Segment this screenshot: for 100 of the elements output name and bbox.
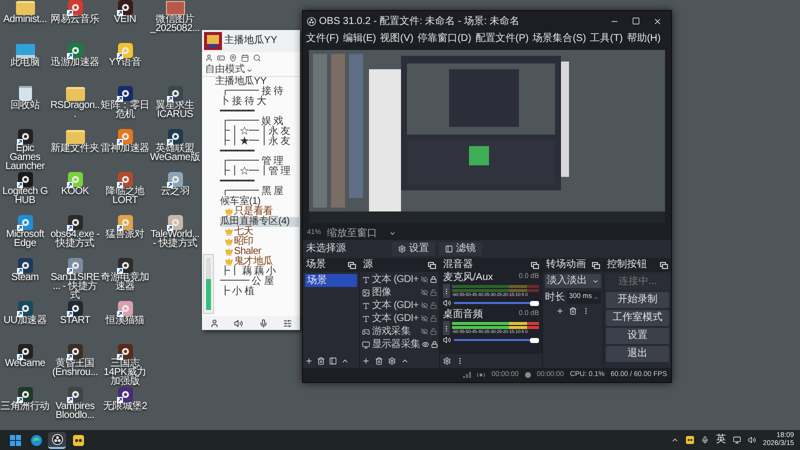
close-icon[interactable] [653, 16, 662, 26]
menu-item[interactable]: 工具(T) [589, 34, 624, 44]
microphone-icon[interactable] [258, 318, 268, 328]
add-icon[interactable] [305, 357, 313, 365]
channel-name[interactable]: ━━━━━━ [220, 107, 299, 117]
mode-dropdown[interactable]: 自由模式 [202, 64, 300, 76]
slider-thumb[interactable] [530, 338, 539, 342]
settings-icon[interactable] [388, 357, 396, 365]
undock-icon[interactable] [592, 262, 600, 268]
lock-icon[interactable] [430, 276, 437, 283]
lock-icon[interactable] [431, 341, 438, 348]
user-name[interactable]: 鬼才地瓜 [234, 257, 299, 267]
transition-dropdown[interactable]: 淡入淡出 [545, 274, 601, 288]
unlock-icon[interactable] [430, 315, 437, 322]
channel-name[interactable]: ━━━ 公 屋 [220, 277, 299, 287]
input-method[interactable]: 英 [716, 435, 726, 445]
source-name[interactable]: 游戏采集 [372, 326, 419, 336]
user-icon[interactable] [205, 54, 213, 62]
channel-menu-button[interactable] [443, 321, 450, 335]
channel-name[interactable]: ┣┃ 藕 藕 小 [220, 267, 299, 277]
move-up-icon[interactable] [341, 357, 349, 365]
unlock-icon[interactable] [430, 328, 437, 335]
source-button[interactable]: 设置 [392, 242, 435, 256]
source-name[interactable]: 显示器采集 [372, 340, 420, 350]
chevron-up-icon[interactable] [670, 436, 679, 444]
eye-off-icon[interactable] [421, 302, 428, 309]
menu-item[interactable]: 停靠窗口(D) [416, 34, 472, 44]
user-name[interactable]: Shaler [234, 247, 299, 257]
source-name[interactable]: 文本 (GDI+ [372, 274, 419, 284]
settings-icon[interactable] [443, 357, 451, 365]
channel-name[interactable]: ┏━━━ 管 理 [220, 157, 299, 167]
channel-name[interactable]: ┏━━━ 黑 屋 [220, 187, 299, 197]
control-button[interactable]: 退出 [606, 346, 669, 362]
channel-menu-button[interactable] [443, 284, 450, 298]
eye-off-icon[interactable] [421, 289, 428, 296]
menu-item[interactable]: 文件(F) [305, 34, 340, 44]
slider-thumb[interactable] [530, 300, 539, 306]
channel-name[interactable]: 主播地瓜YY [215, 77, 299, 87]
channel-name[interactable]: ┏━━━ 接 待 [220, 87, 299, 97]
channel-name[interactable]: 卜 接 待 大 [220, 97, 299, 107]
eye-off-icon[interactable] [421, 328, 428, 335]
source-name[interactable]: 图像 [372, 288, 419, 298]
search-icon[interactable] [253, 54, 261, 62]
gamepad-icon[interactable] [217, 54, 225, 62]
eye-off-icon[interactable] [421, 276, 428, 283]
source-name[interactable]: 文本 (GDI+ [372, 314, 419, 324]
menu-item[interactable]: 编辑(E) [342, 34, 378, 44]
eye-off-icon[interactable] [421, 315, 428, 322]
speaker-icon[interactable] [234, 318, 244, 328]
speaker-icon[interactable] [443, 336, 451, 344]
source-button[interactable]: 滤镜 [439, 242, 482, 256]
maximize-icon[interactable] [632, 17, 640, 25]
channel-name[interactable]: ┏━━━ 娱 戏 [220, 117, 299, 127]
scene-item[interactable]: 场景 [305, 274, 357, 287]
channel-name[interactable]: ━━━━━━ [220, 177, 299, 187]
control-button[interactable]: 开始录制 [606, 292, 669, 308]
channel-name[interactable]: 候车室(1) [220, 197, 299, 207]
speaker-icon[interactable] [443, 299, 451, 307]
menu-item[interactable]: 帮助(H) [626, 34, 662, 44]
trash-icon[interactable] [569, 307, 577, 315]
move-up-icon[interactable] [401, 357, 409, 365]
undock-icon[interactable] [660, 262, 668, 268]
channel-name[interactable]: ┣┃☆━┃永 友 [220, 127, 299, 137]
microphone-icon[interactable] [700, 436, 709, 444]
menu-item[interactable]: 场景集合(S) [532, 34, 588, 44]
taskbar-app-button[interactable] [48, 432, 66, 448]
undock-icon[interactable] [428, 262, 436, 268]
undock-icon[interactable] [531, 262, 539, 268]
channel-name[interactable]: ┣ 小 植 [220, 287, 299, 297]
zoom-dropdown[interactable]: 缩放至窗口 [327, 228, 396, 238]
user-name[interactable]: 只是看看 [234, 207, 299, 217]
user-name[interactable]: 七天 [234, 227, 299, 237]
spin-up-icon[interactable] [593, 294, 599, 300]
source-name[interactable]: 文本 (GDI+ [372, 300, 419, 310]
control-button[interactable]: 设置 [606, 328, 669, 344]
sliders-icon[interactable] [283, 318, 292, 328]
channel-name[interactable]: 瓜田直播专区(4) [220, 217, 299, 227]
volume-icon[interactable] [748, 436, 756, 444]
volume-slider[interactable] [454, 300, 539, 306]
unlock-icon[interactable] [430, 289, 437, 296]
channel-name[interactable]: ┣┃★━┃永 友 [220, 137, 299, 147]
filter-icon[interactable] [329, 357, 337, 365]
avatar-icon[interactable] [210, 318, 219, 328]
menu-item[interactable]: 配置文件(P) [474, 34, 530, 44]
trash-icon[interactable] [317, 357, 325, 365]
user-name[interactable]: 昭印 [234, 237, 299, 247]
control-button[interactable]: 工作室模式 [606, 310, 669, 326]
channel-name[interactable]: ┣┃☆━┃管 理 [220, 167, 299, 177]
add-icon[interactable] [362, 357, 370, 365]
unlock-icon[interactable] [430, 302, 437, 309]
channel-name[interactable]: ━━━━━━ [220, 147, 299, 157]
calendar-icon[interactable] [241, 54, 249, 62]
network-icon[interactable] [732, 436, 741, 444]
undock-icon[interactable] [348, 262, 356, 268]
trash-icon[interactable] [375, 357, 383, 365]
volume-slider[interactable] [454, 338, 539, 342]
tray-app-icon[interactable] [686, 436, 694, 444]
location-icon[interactable] [229, 54, 237, 62]
menu-item[interactable]: 视图(V) [379, 34, 414, 44]
eye-icon[interactable] [422, 341, 430, 348]
